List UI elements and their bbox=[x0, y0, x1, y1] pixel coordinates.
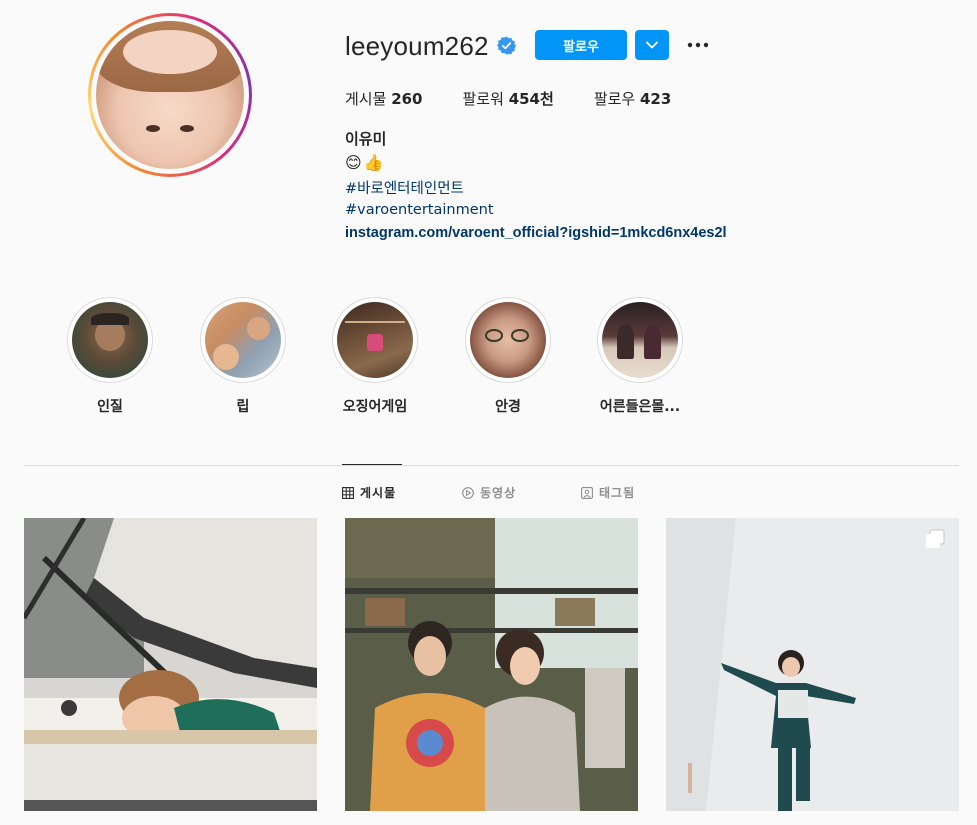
highlight-label: 안경 bbox=[495, 399, 521, 415]
emoji-thumbs-up: 👍 bbox=[363, 153, 384, 172]
suggested-dropdown-button[interactable] bbox=[635, 30, 669, 60]
posts-count: 게시물 260 bbox=[345, 90, 423, 108]
more-options-button[interactable] bbox=[684, 34, 712, 56]
highlight-item[interactable]: 립 bbox=[200, 297, 286, 416]
followers-count[interactable]: 팔로워 454천 bbox=[463, 88, 554, 109]
highlight-item[interactable]: 인질 bbox=[67, 297, 153, 416]
highlight-label: 립 bbox=[236, 399, 250, 415]
post-image bbox=[345, 518, 638, 811]
chevron-down-icon bbox=[646, 41, 658, 49]
profile-full-name: 이유미 bbox=[345, 130, 387, 148]
highlight-label: 인질 bbox=[97, 399, 123, 415]
tab-videos[interactable]: 동영상 bbox=[462, 484, 516, 501]
hashtag-link-en[interactable]: #varoentertainment bbox=[345, 202, 494, 218]
tab-posts[interactable]: 게시물 bbox=[342, 484, 396, 501]
highlight-item[interactable]: 어른들은몰... bbox=[597, 297, 683, 416]
grid-icon bbox=[342, 486, 354, 499]
bio-external-link[interactable]: instagram.com/varoent_official?igshid=1m… bbox=[345, 225, 727, 241]
profile-username: leeyoum262 bbox=[345, 31, 489, 61]
tab-posts-label: 게시물 bbox=[360, 486, 397, 500]
hashtag-link-ko[interactable]: #바로엔터테인먼트 bbox=[345, 177, 464, 198]
profile-stats: 게시물 260 팔로워 454천 팔로우 423 bbox=[345, 88, 711, 109]
tab-videos-label: 동영상 bbox=[480, 486, 517, 500]
tab-tagged[interactable]: 태그됨 bbox=[581, 484, 635, 501]
highlight-label: 어른들은몰... bbox=[599, 399, 681, 415]
tab-tagged-label: 태그됨 bbox=[599, 486, 636, 500]
video-play-icon bbox=[462, 486, 474, 499]
tabs-divider bbox=[24, 465, 959, 466]
post-image bbox=[24, 518, 317, 811]
post-thumbnail[interactable] bbox=[24, 518, 317, 811]
highlight-item[interactable]: 안경 bbox=[465, 297, 551, 416]
highlight-label: 오징어게임 bbox=[342, 399, 408, 415]
verified-badge-icon bbox=[497, 36, 516, 55]
highlight-item[interactable]: 오징어게임 bbox=[332, 297, 418, 416]
bio-emoji-line: 😊 👍 bbox=[345, 153, 384, 172]
tagged-person-icon bbox=[581, 486, 593, 499]
post-thumbnail[interactable] bbox=[345, 518, 638, 811]
profile-avatar[interactable] bbox=[88, 13, 252, 177]
active-tab-indicator bbox=[342, 464, 402, 465]
emoji-smile: 😊 bbox=[345, 153, 362, 172]
post-image bbox=[666, 518, 959, 811]
more-options-icon bbox=[687, 42, 709, 48]
post-thumbnail[interactable] bbox=[666, 518, 959, 811]
follow-button[interactable]: 팔로우 bbox=[535, 30, 627, 60]
following-count[interactable]: 팔로우 423 bbox=[594, 88, 672, 109]
